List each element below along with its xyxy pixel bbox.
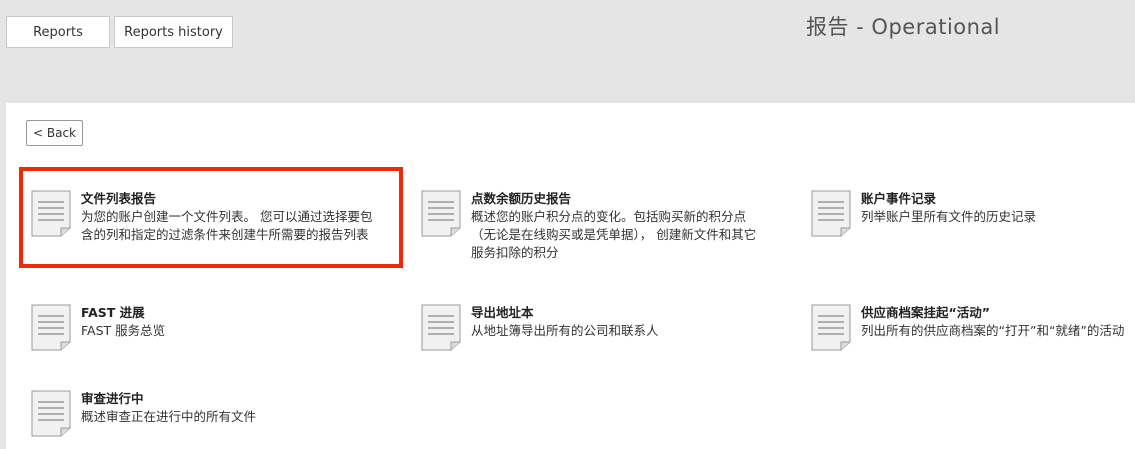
page-title: 报告 - Operational (806, 15, 1001, 39)
reports-tab[interactable]: Reports (6, 16, 110, 48)
report-account-event-log[interactable]: 账户事件记录 列举账户里所有文件的历史记录 (811, 190, 1131, 237)
document-icon (811, 304, 851, 351)
report-title[interactable]: FAST 进展 (81, 304, 165, 322)
document-icon (31, 190, 71, 237)
report-file-list[interactable]: 文件列表报告 为您的账户创建一个文件列表。 您可以通过选择要包 含的列和指定的过… (31, 190, 391, 244)
report-title[interactable]: 导出地址本 (471, 304, 659, 322)
document-icon (811, 190, 851, 237)
report-title[interactable]: 点数余额历史报告 (471, 190, 756, 208)
report-review-in-progress[interactable]: 审查进行中 概述审查正在进行中的所有文件 (31, 390, 391, 437)
report-fast-progress[interactable]: FAST 进展 FAST 服务总览 (31, 304, 391, 351)
report-title[interactable]: 账户事件记录 (861, 190, 1036, 208)
document-icon (31, 304, 71, 351)
report-description: 从地址簿导出所有的公司和联系人 (471, 323, 659, 338)
report-description: 服务扣除的积分 (471, 245, 559, 260)
report-description: 为您的账户创建一个文件列表。 您可以通过选择要包 (81, 209, 373, 224)
report-description: 含的列和指定的过滤条件来创建牛所需要的报告列表 (81, 227, 369, 242)
document-icon (31, 390, 71, 437)
header: Reports Reports history 报告 - Operational (0, 0, 1135, 103)
report-supplier-profile-pending[interactable]: 供应商档案挂起“活动” 列出所有的供应商档案的“打开”和“就绪”的活动 (811, 304, 1135, 351)
report-description: （无论是在线购买或是凭单据）， 创建新文件和其它 (471, 227, 757, 242)
back-button[interactable]: < Back (26, 120, 84, 146)
report-title[interactable]: 审查进行中 (81, 390, 256, 408)
report-title[interactable]: 文件列表报告 (81, 190, 372, 208)
document-icon (421, 190, 461, 237)
report-description: 概述审查正在进行中的所有文件 (81, 409, 257, 424)
document-icon (421, 304, 461, 351)
report-description: 概述您的账户积分点的变化。包括购买新的积分点 (471, 209, 747, 224)
reports-content: < Back 文件列表报告 为您的账户创建一个文件列表。 您可以通过选择要包 含… (6, 103, 1135, 449)
report-points-balance-history[interactable]: 点数余额历史报告 概述您的账户积分点的变化。包括购买新的积分点 （无论是在线购买… (421, 190, 781, 262)
report-description: FAST 服务总览 (81, 323, 166, 338)
report-export-address-book[interactable]: 导出地址本 从地址簿导出所有的公司和联系人 (421, 304, 781, 351)
reports-history-tab[interactable]: Reports history (114, 16, 233, 48)
report-title[interactable]: 供应商档案挂起“活动” (861, 304, 1124, 322)
report-description: 列出所有的供应商档案的“打开”和“就绪”的活动 (861, 323, 1125, 338)
report-description: 列举账户里所有文件的历史记录 (861, 209, 1037, 224)
